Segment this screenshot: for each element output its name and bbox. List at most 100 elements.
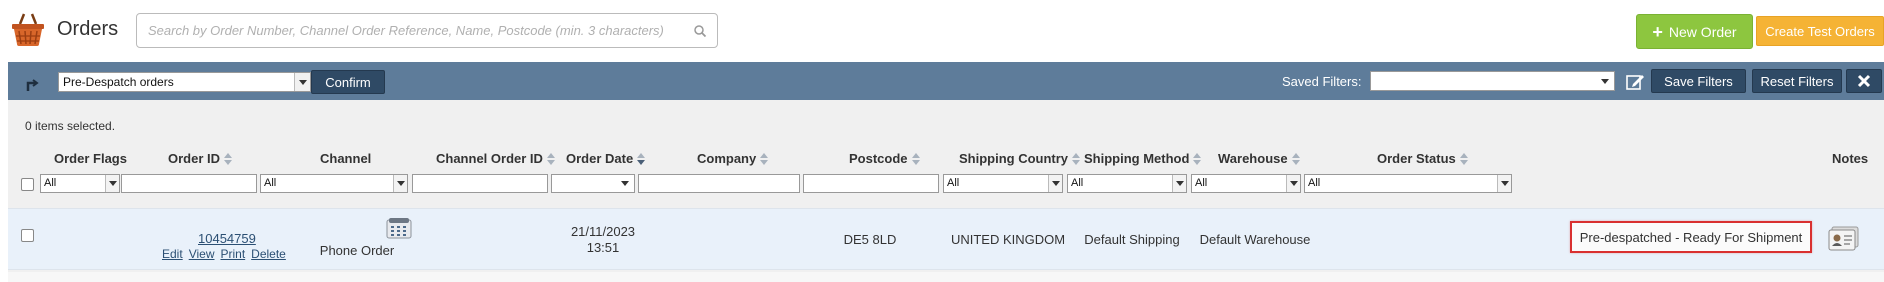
filter-shipping-method[interactable]: All: [1067, 174, 1187, 193]
sort-icon: [546, 152, 555, 165]
col-order-status[interactable]: Order Status: [1377, 151, 1468, 166]
delete-link[interactable]: Delete: [251, 247, 286, 261]
reset-filters-button[interactable]: Reset Filters: [1752, 69, 1842, 93]
search-box[interactable]: [136, 13, 718, 48]
filter-company-input[interactable]: [638, 174, 800, 193]
filter-warehouse-value: All: [1195, 177, 1208, 189]
filter-order-status[interactable]: All: [1304, 174, 1512, 193]
sort-icon: [224, 152, 233, 165]
table-row[interactable]: 10454759 Edit View Print Delete Phone Or…: [8, 208, 1884, 270]
close-filters-button[interactable]: [1846, 69, 1882, 93]
chevron-down-icon: [1497, 175, 1511, 192]
filter-channel-order-id-input[interactable]: [412, 174, 548, 193]
page-title: Orders: [57, 18, 119, 40]
page-header: Orders + New Order Create Test Orders: [0, 0, 1884, 62]
col-warehouse-label: Warehouse: [1218, 151, 1288, 166]
shipping-method-cell: Default Shipping: [1084, 232, 1180, 247]
col-order-date[interactable]: Order Date: [566, 151, 646, 166]
col-order-date-label: Order Date: [566, 151, 634, 166]
filter-channel[interactable]: All: [260, 174, 408, 193]
table-row-partial: [8, 272, 1884, 282]
chevron-down-icon: [393, 175, 407, 192]
filter-shipping-method-value: All: [1071, 177, 1084, 189]
col-order-flags[interactable]: Order Flags: [54, 151, 127, 166]
sort-icon: [1193, 152, 1202, 165]
col-warehouse[interactable]: Warehouse: [1218, 151, 1300, 166]
col-channel-label: Channel: [320, 151, 372, 166]
save-filters-button[interactable]: Save Filters: [1651, 69, 1746, 93]
saved-filters-label: Saved Filters:: [1282, 74, 1362, 89]
filter-order-status-value: All: [1308, 177, 1321, 189]
filter-shipping-country-value: All: [947, 177, 960, 189]
channel-cell: Phone Order: [319, 243, 395, 258]
create-test-orders-button[interactable]: Create Test Orders: [1756, 16, 1884, 46]
col-order-id-label: Order ID: [168, 151, 221, 166]
filter-order-date[interactable]: [551, 174, 635, 193]
col-company-label: Company: [697, 151, 757, 166]
filter-warehouse[interactable]: All: [1191, 174, 1301, 193]
row-actions: Edit View Print Delete: [162, 247, 286, 261]
order-date-cell: 21/11/2023: [570, 224, 636, 239]
plus-icon: +: [1652, 21, 1663, 42]
new-order-label: New Order: [1668, 23, 1737, 40]
select-all-checkbox[interactable]: [21, 178, 34, 191]
col-notes-label: Notes: [1832, 151, 1869, 166]
edit-link[interactable]: Edit: [162, 247, 183, 261]
chevron-down-icon: [1172, 175, 1186, 192]
new-order-button[interactable]: + New Order: [1636, 14, 1753, 49]
order-id-link[interactable]: 10454759: [198, 231, 256, 246]
filter-order-id-input[interactable]: [121, 174, 257, 193]
sort-icon: [1072, 152, 1081, 165]
filter-toolbar: Pre-Despatch orders Confirm Saved Filter…: [8, 62, 1884, 100]
view-select[interactable]: Pre-Despatch orders: [58, 72, 311, 92]
shipping-country-cell: UNITED KINGDOM: [950, 232, 1066, 247]
print-link[interactable]: Print: [220, 247, 245, 261]
order-status-badge: Pre-despatched - Ready For Shipment: [1570, 221, 1812, 253]
col-shipping-method[interactable]: Shipping Method: [1084, 151, 1202, 166]
filter-channel-value: All: [264, 177, 277, 189]
sort-icon: [911, 152, 920, 165]
sort-icon: [1459, 152, 1468, 165]
warehouse-cell: Default Warehouse: [1199, 232, 1311, 247]
col-order-id[interactable]: Order ID: [168, 151, 233, 166]
sort-desc-icon: [637, 152, 646, 165]
col-order-status-label: Order Status: [1377, 151, 1456, 166]
col-order-flags-label: Order Flags: [54, 151, 127, 166]
search-icon[interactable]: [693, 24, 707, 38]
selected-count: 0 items selected.: [25, 119, 116, 133]
view-select-value: Pre-Despatch orders: [63, 75, 174, 89]
postcode-cell: DE5 8LD: [843, 232, 897, 247]
search-input[interactable]: [148, 23, 688, 38]
chevron-down-icon: [1286, 175, 1300, 192]
col-postcode-label: Postcode: [849, 151, 908, 166]
sort-icon: [1291, 152, 1300, 165]
col-shipping-country[interactable]: Shipping Country: [959, 151, 1081, 166]
col-channel-order-id-label: Channel Order ID: [436, 151, 543, 166]
confirm-button[interactable]: Confirm: [311, 70, 385, 94]
filter-order-flags-value: All: [44, 177, 57, 189]
col-shipping-country-label: Shipping Country: [959, 151, 1069, 166]
col-channel-order-id[interactable]: Channel Order ID: [436, 151, 555, 166]
back-arrow-icon[interactable]: [24, 77, 40, 93]
view-link[interactable]: View: [189, 247, 215, 261]
col-shipping-method-label: Shipping Method: [1084, 151, 1190, 166]
col-company[interactable]: Company: [697, 151, 769, 166]
tools-close-icon: [1857, 74, 1871, 88]
orders-grid: 0 items selected. Order Flags Order ID C…: [8, 100, 1884, 282]
filter-postcode-input[interactable]: [803, 174, 939, 193]
notes-icon[interactable]: [1826, 223, 1862, 253]
col-postcode[interactable]: Postcode: [849, 151, 920, 166]
basket-logo-icon: [12, 13, 44, 46]
phone-icon: [386, 218, 412, 239]
filter-order-flags[interactable]: All: [40, 174, 120, 193]
col-channel[interactable]: Channel: [320, 151, 371, 166]
chevron-down-icon: [105, 175, 119, 192]
row-checkbox[interactable]: [21, 229, 34, 242]
sort-icon: [760, 152, 769, 165]
order-time-cell: 13:51: [586, 240, 620, 255]
edit-icon[interactable]: [1625, 72, 1645, 92]
filter-shipping-country[interactable]: All: [943, 174, 1063, 193]
chevron-down-icon: [294, 73, 310, 91]
saved-filters-select[interactable]: [1370, 71, 1615, 91]
chevron-down-icon: [1048, 175, 1062, 192]
